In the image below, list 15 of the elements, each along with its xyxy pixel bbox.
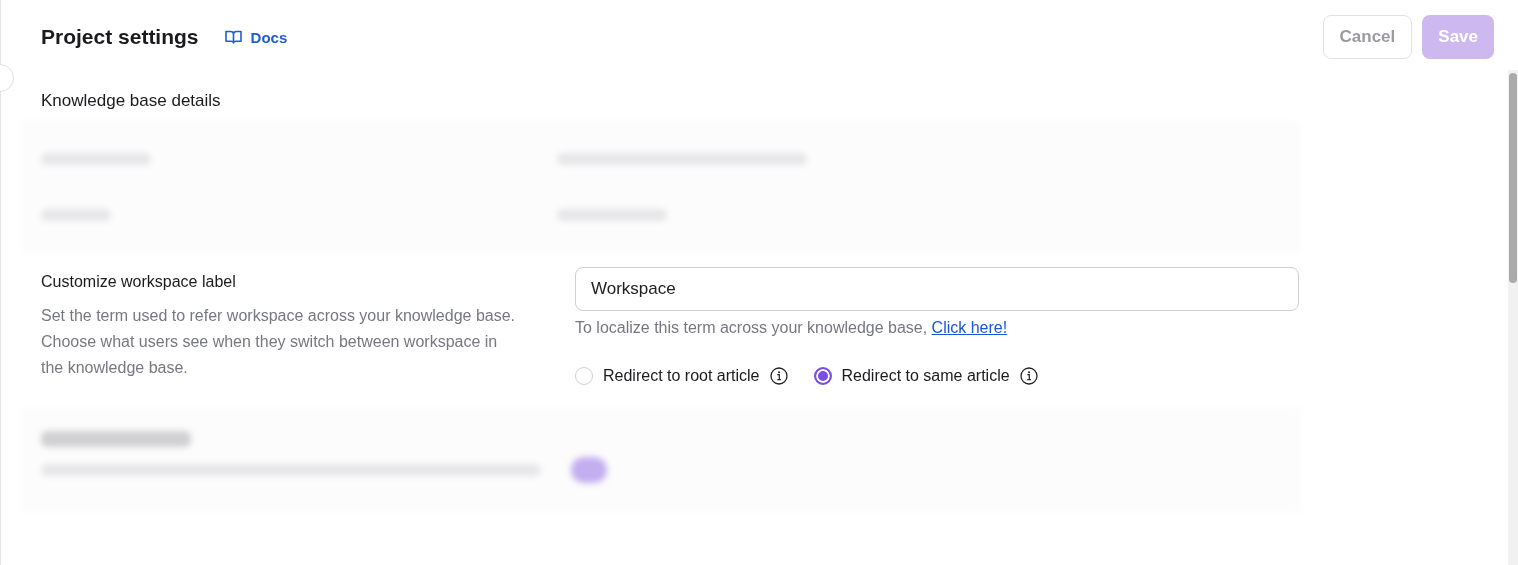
- radio-label: Redirect to same article: [841, 367, 1010, 385]
- radio-button[interactable]: [813, 367, 832, 385]
- section-title: Knowledge base details: [41, 91, 222, 111]
- radio-label: Redirect to root article: [603, 367, 760, 385]
- hint-text: To localize this term across your knowledge base, Click here!: [575, 319, 1009, 337]
- info-icon: [1019, 367, 1038, 385]
- field-description: Set the term used to refer workspace across your knowledge base. Choose what users see when they switch between workspace in the knowledge base.: [41, 306, 516, 378]
- field-label: Customize workspace label: [41, 273, 237, 291]
- info-icon: [769, 367, 788, 385]
- workspace-label-input[interactable]: Workspace: [575, 267, 1299, 311]
- click-here-link[interactable]: Click here!: [931, 319, 1008, 336]
- scrollbar[interactable]: [1508, 70, 1518, 565]
- docs-link[interactable]: Docs: [224, 28, 288, 46]
- page-title: Project settings: [41, 25, 199, 49]
- book-icon: [224, 30, 242, 44]
